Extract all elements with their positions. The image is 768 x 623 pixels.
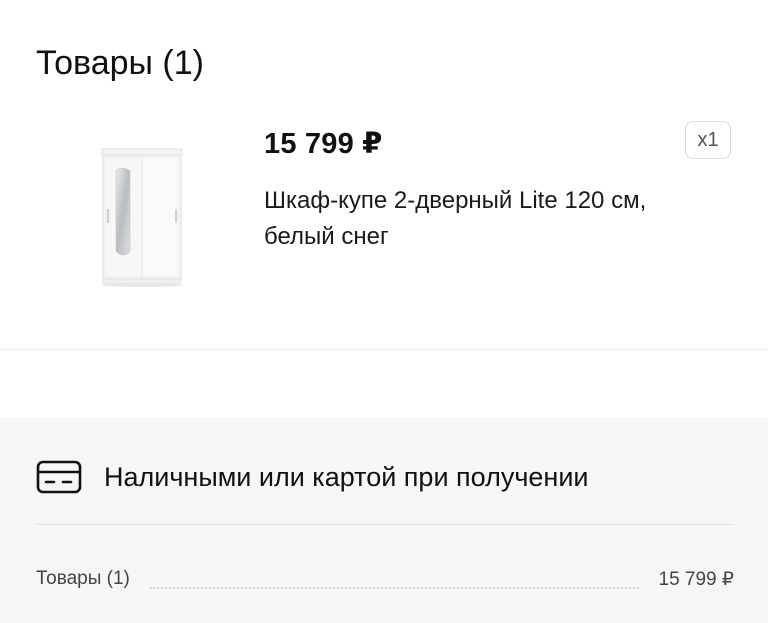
items-section-title: Товары (1) xyxy=(36,44,204,82)
quantity-badge: x1 xyxy=(685,121,731,159)
section-divider xyxy=(0,349,768,350)
credit-card-icon xyxy=(36,460,82,494)
items-total-row: Товары (1) 15 799 ₽ xyxy=(36,561,734,597)
product-price: 15 799 ₽ xyxy=(264,128,383,160)
dotted-leader xyxy=(149,587,639,589)
order-summary-page: Товары (1) 15 799 ₽ x1 Шкаф-купе 2-дверн… xyxy=(0,0,768,623)
payment-summary-panel: Наличными или картой при получении Товар… xyxy=(0,418,768,623)
payment-method-label: Наличными или картой при получении xyxy=(104,462,589,492)
items-total-value: 15 799 ₽ xyxy=(658,568,734,590)
summary-divider xyxy=(36,524,734,525)
items-total-label: Товары (1) xyxy=(36,568,130,589)
payment-method-row[interactable]: Наличными или картой при получении xyxy=(36,458,588,496)
wardrobe-product-image[interactable] xyxy=(100,147,184,287)
product-name-link[interactable]: Шкаф-купе 2-дверный Lite 120 см, белый с… xyxy=(264,183,704,255)
